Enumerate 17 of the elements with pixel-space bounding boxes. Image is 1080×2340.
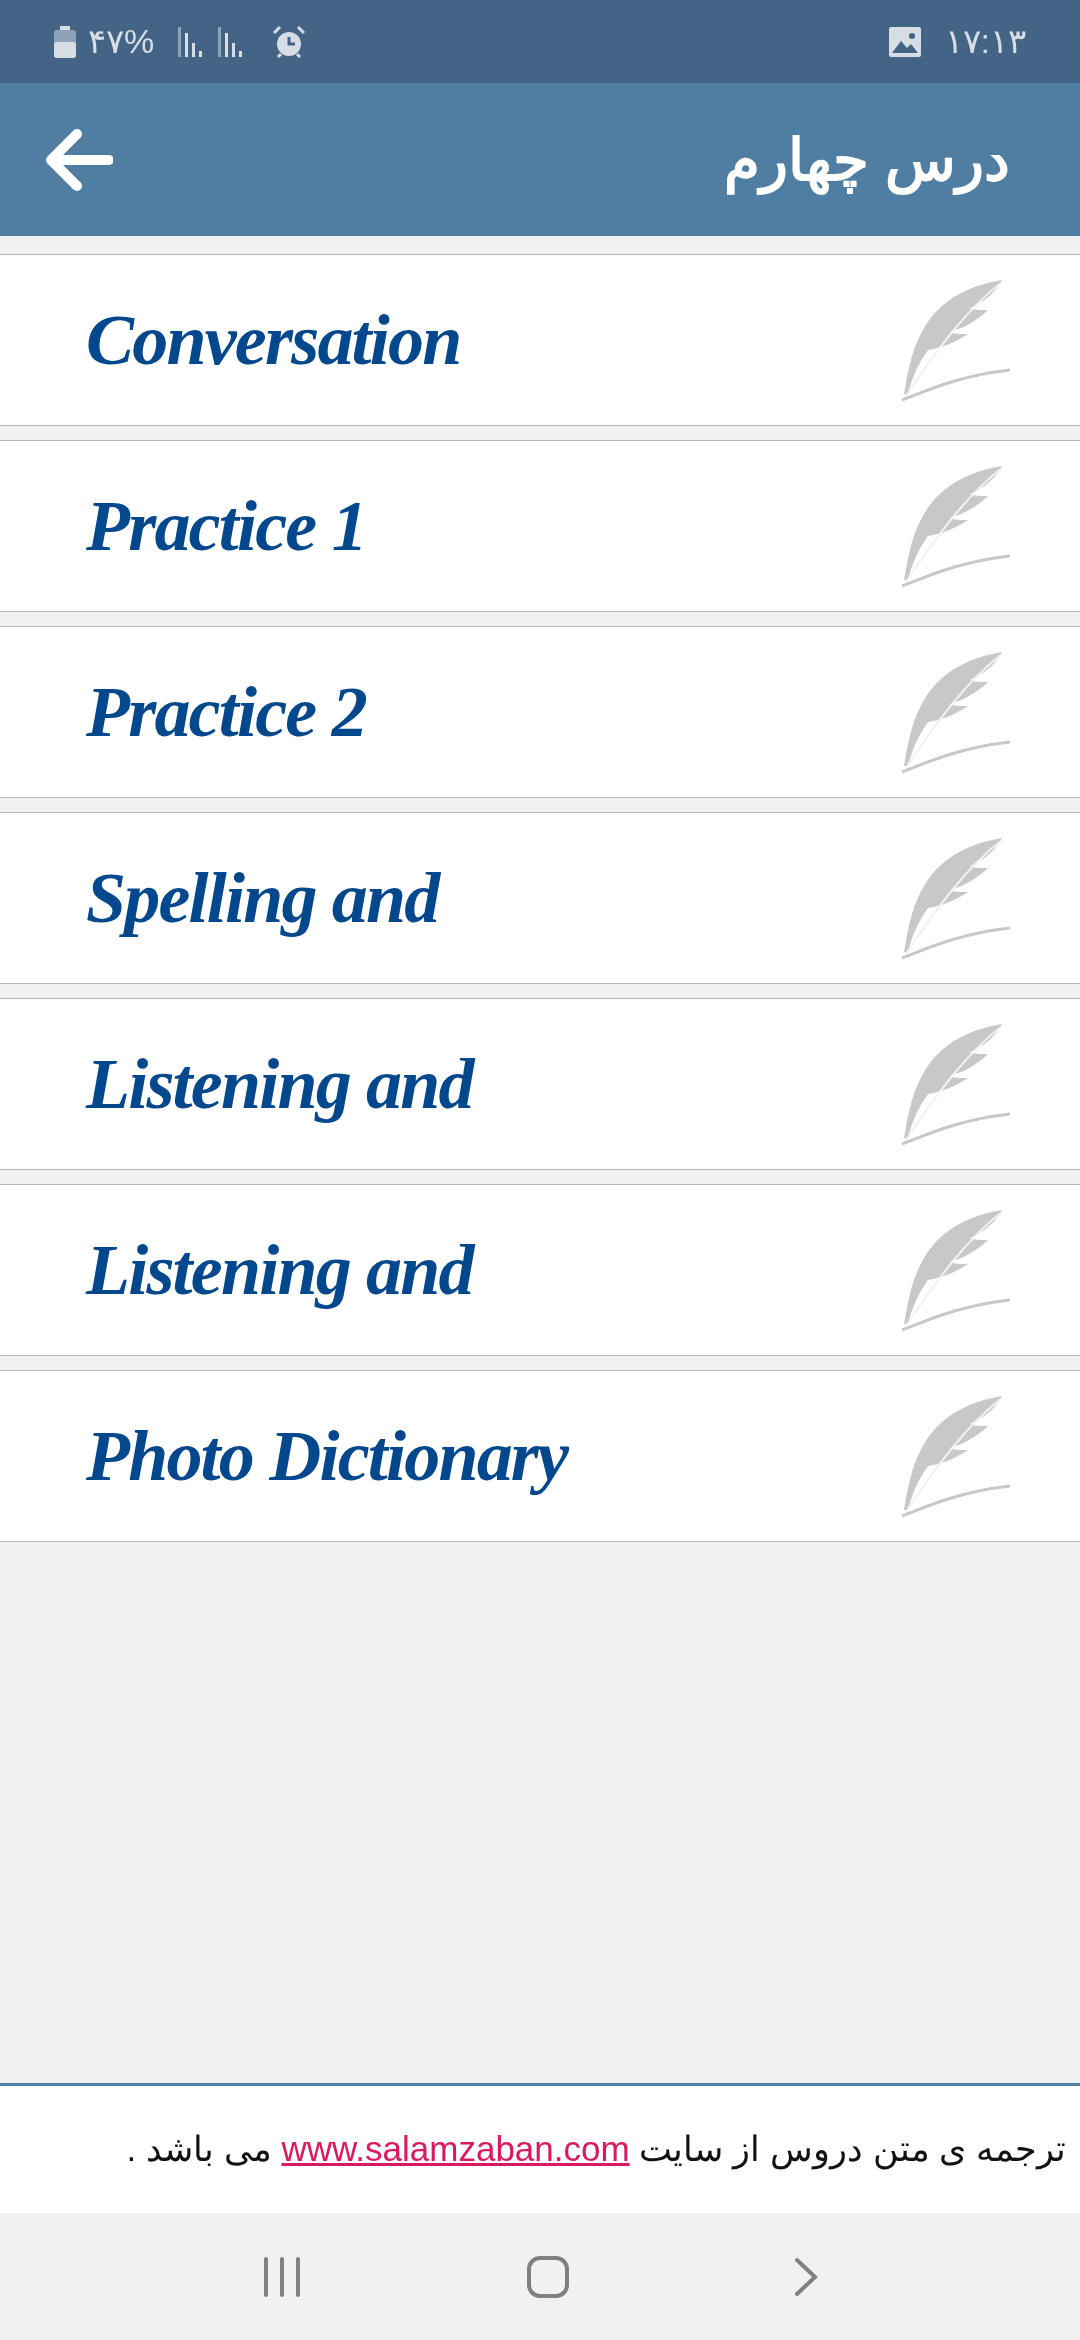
lesson-item[interactable]: Photo Dictionary (0, 1370, 1080, 1542)
screen-title: درس چهارم (723, 116, 1010, 203)
website-link[interactable]: www.salamzaban.com (281, 2129, 630, 2169)
back-chevron-icon[interactable] (793, 2256, 818, 2297)
lesson-item[interactable]: Listening and (0, 1184, 1080, 1356)
lesson-item[interactable]: Conversation (0, 254, 1080, 426)
lesson-item[interactable]: Spelling and (0, 812, 1080, 984)
lesson-item[interactable]: Practice 2 (0, 626, 1080, 798)
recent-apps-icon[interactable] (262, 2256, 303, 2297)
lesson-item[interactable]: Practice 1 (0, 440, 1080, 612)
battery-icon (54, 25, 76, 58)
home-icon[interactable] (527, 2255, 569, 2298)
alarm-icon (272, 24, 307, 59)
lesson-item[interactable]: Listening and (0, 998, 1080, 1170)
image-icon (888, 26, 921, 57)
clock-time: ۱۷:۱۳ (944, 21, 1026, 62)
battery-percent: ۴۷% (88, 21, 155, 62)
